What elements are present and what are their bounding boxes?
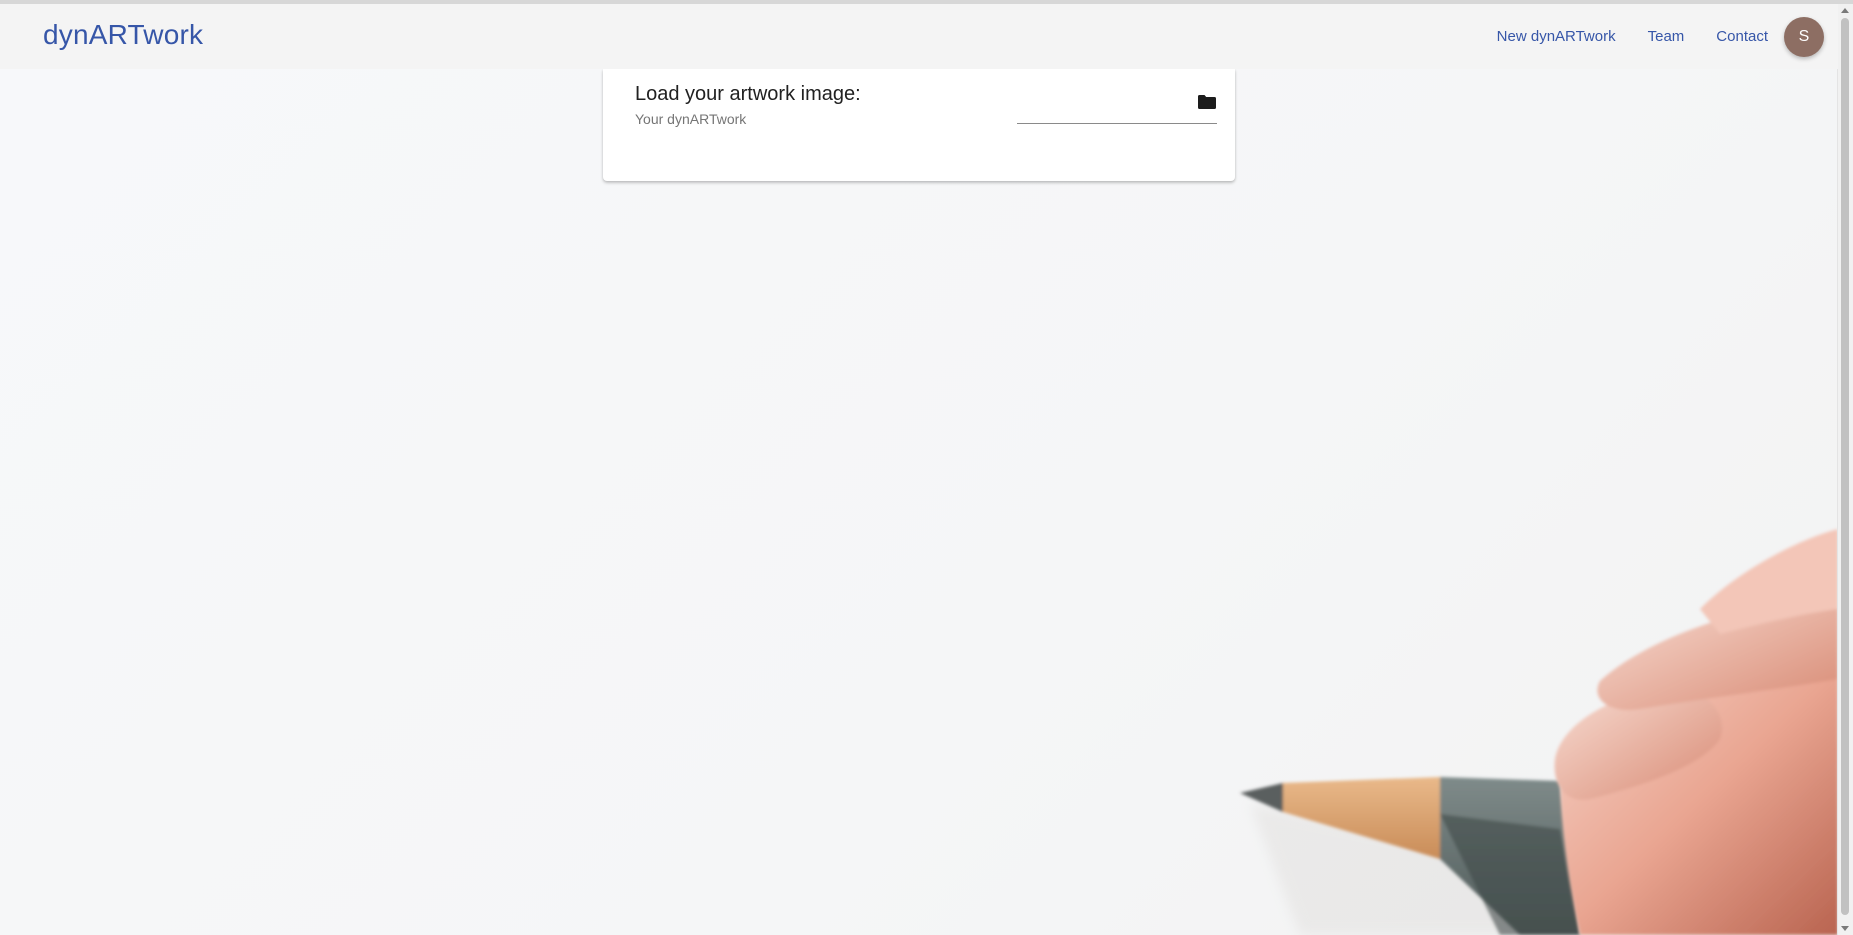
- scroll-down-arrow-icon[interactable]: [1841, 926, 1849, 931]
- nav-links: New dynARTwork Team Contact S: [1497, 4, 1838, 69]
- user-avatar[interactable]: S: [1784, 16, 1824, 57]
- main-stage: Load your artwork image: Your dynARTwork: [0, 69, 1838, 935]
- top-navbar: dynARTwork New dynARTwork Team Contact S: [0, 4, 1838, 69]
- nav-link-new-dynartwork[interactable]: New dynARTwork: [1497, 28, 1616, 45]
- artwork-file-input[interactable]: [1017, 89, 1191, 123]
- load-artwork-card: Load your artwork image: Your dynARTwork: [603, 69, 1235, 181]
- nav-link-contact[interactable]: Contact: [1716, 28, 1768, 45]
- scroll-up-arrow-icon[interactable]: [1841, 8, 1849, 13]
- brand-logo-link[interactable]: dynARTwork: [43, 19, 203, 51]
- pencil-hand-background-image: [1240, 529, 1838, 935]
- artwork-file-field[interactable]: [1017, 89, 1217, 124]
- nav-link-team[interactable]: Team: [1648, 28, 1685, 45]
- folder-icon[interactable]: [1198, 95, 1216, 109]
- card-title: Load your artwork image:: [635, 83, 861, 105]
- page-scrollbar[interactable]: [1837, 4, 1853, 935]
- card-subtitle: Your dynARTwork: [635, 111, 747, 127]
- scrollbar-thumb[interactable]: [1841, 18, 1849, 915]
